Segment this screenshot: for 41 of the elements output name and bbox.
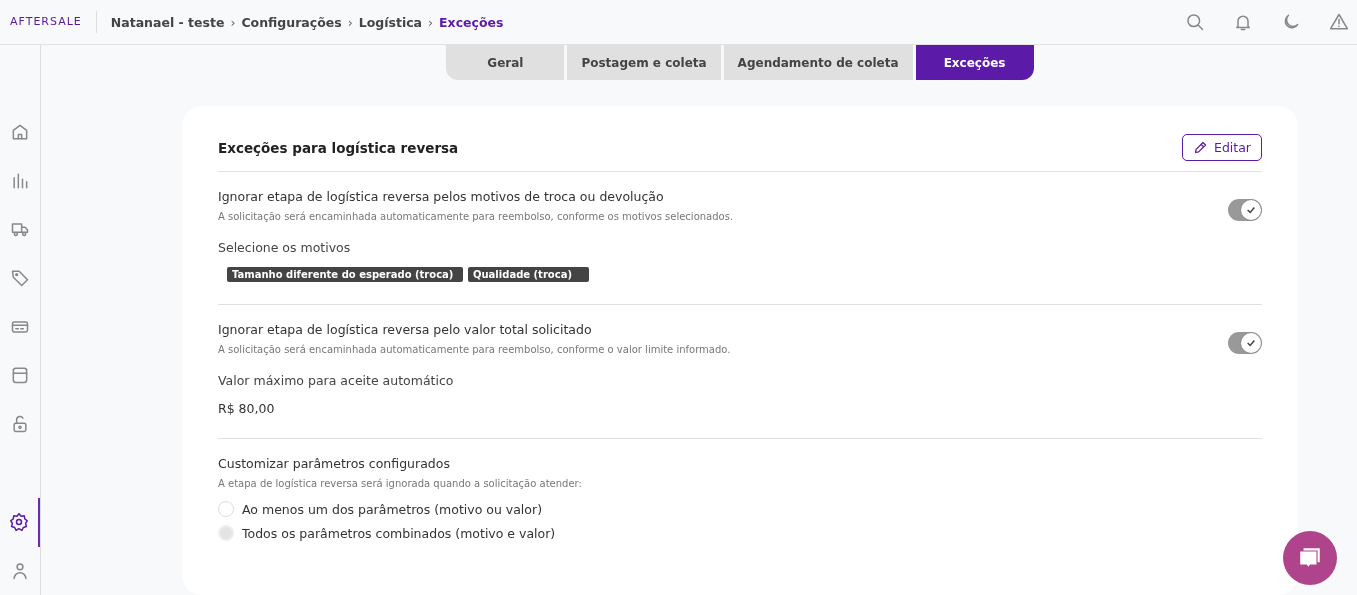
radio-button[interactable]	[218, 501, 234, 517]
section-description: A solicitação será encaminhada automaticamente para reembolso, conforme os motivos selecionados.	[218, 211, 734, 222]
reason-tag: Tamanho diferente do esperado (troca)	[227, 267, 463, 282]
breadcrumb-item: Exceções	[439, 14, 504, 30]
section-description: A solicitação será encaminhada automaticamente para reembolso, conforme o valor limite informado.	[218, 344, 731, 355]
tab[interactable]: Agendamento de coleta	[723, 45, 913, 80]
value-text: R$ 80,00	[218, 401, 276, 416]
tab[interactable]: Exceções	[915, 45, 1034, 80]
gear-icon[interactable]	[9, 512, 29, 533]
padlock-icon[interactable]	[10, 413, 30, 434]
radio-button[interactable]	[218, 525, 234, 541]
radio-label: Todos os parâmetros combinados (motivo e valor)	[242, 525, 556, 541]
breadcrumb-separator: ›	[230, 14, 236, 30]
breadcrumb-separator: ›	[428, 14, 434, 30]
section-title: Ignorar etapa de logística reversa pelo valor total solicitado	[218, 322, 593, 337]
field-label: Selecione os motivos	[218, 240, 352, 255]
check-icon	[1246, 205, 1256, 215]
toggle-switch[interactable]	[1228, 332, 1262, 354]
warning-icon[interactable]	[1329, 12, 1349, 32]
breadcrumb-item[interactable]: Configurações	[241, 14, 342, 30]
section-title: Ignorar etapa de logística reversa pelos motivos de troca ou devolução	[218, 189, 665, 204]
tab[interactable]: Postagem e coleta	[567, 45, 721, 80]
breadcrumb-item[interactable]: Natanael - teste	[110, 14, 225, 30]
tab[interactable]: Geral	[446, 45, 565, 80]
person-icon[interactable]	[10, 560, 30, 581]
section-title: Customizar parâmetros configurados	[218, 456, 451, 471]
toggle-switch[interactable]	[1228, 199, 1262, 221]
card-title: Exceções para logística reversa	[218, 139, 459, 156]
field-label: Valor máximo para aceite automático	[218, 373, 455, 388]
edit-button[interactable]: Editar	[1182, 134, 1262, 161]
breadcrumb-separator: ›	[347, 14, 353, 30]
reason-tag: Qualidade (troca)	[468, 267, 589, 282]
app-logo[interactable]: AFTERSALE	[10, 11, 97, 33]
radio-label: Ao menos um dos parâmetros (motivo ou valor)	[242, 501, 542, 517]
chat-button[interactable]	[1283, 531, 1337, 585]
breadcrumb-item[interactable]: Logística	[358, 14, 423, 30]
box-icon[interactable]	[10, 365, 30, 386]
check-icon	[1246, 338, 1256, 348]
section-description: A etapa de logística reversa será ignorada quando a solicitação atender:	[218, 478, 582, 489]
pencil-icon	[1193, 140, 1208, 155]
search-icon[interactable]	[1185, 12, 1205, 32]
